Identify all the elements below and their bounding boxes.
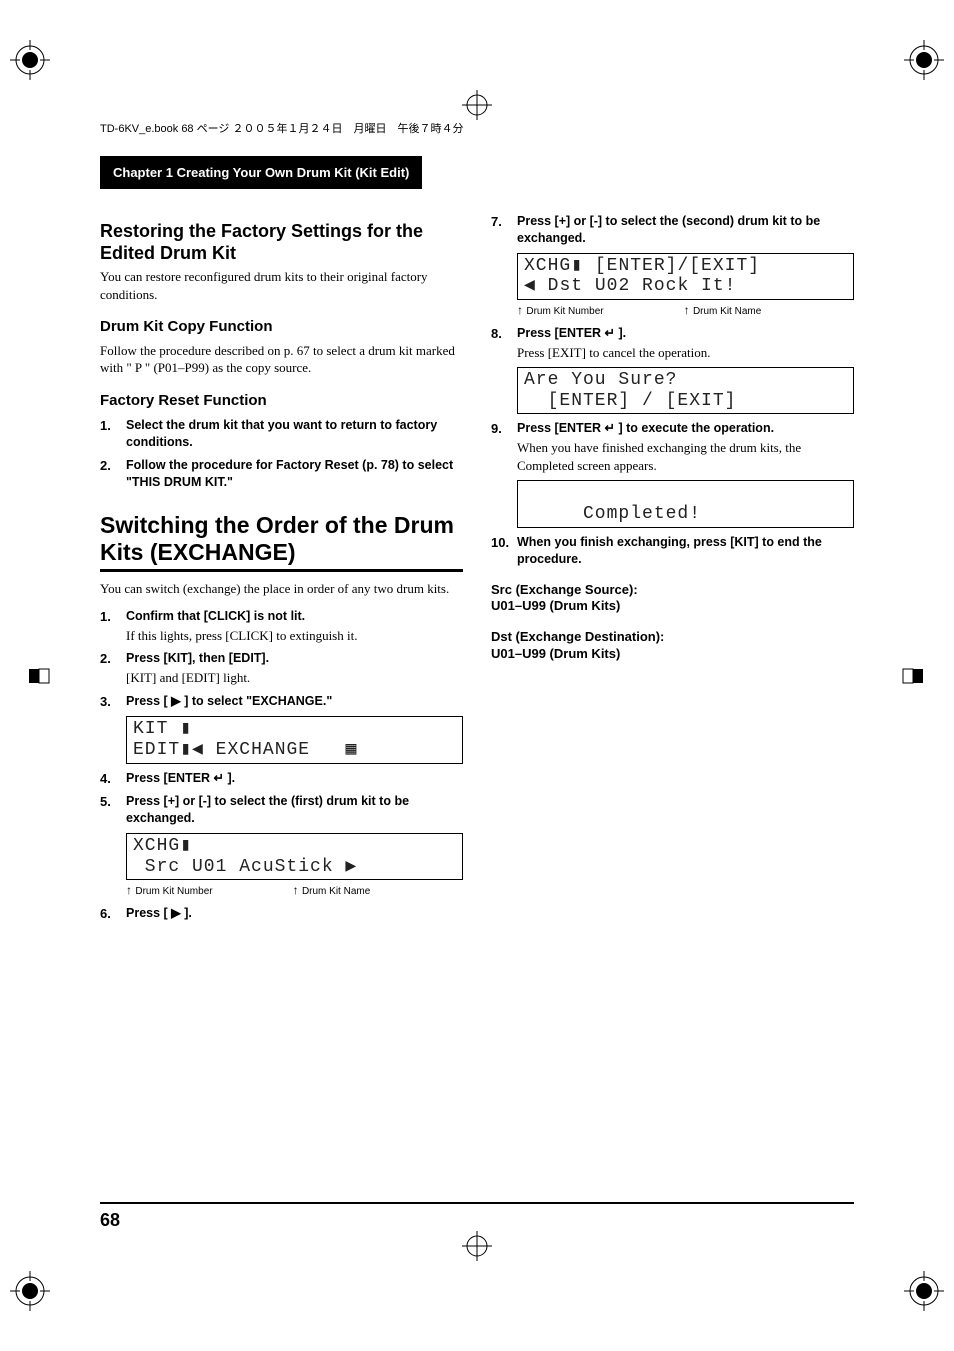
print-mark-icon: [904, 40, 944, 80]
step-subtext: Press [EXIT] to cancel the operation.: [517, 344, 710, 362]
param-dst-range: U01–U99 (Drum Kits): [491, 646, 854, 663]
step-text: Press [ENTER ↵ ] to execute the operatio…: [517, 420, 854, 437]
heading-exchange: Switching the Order of the Drum Kits (EX…: [100, 512, 463, 572]
step-number: 6.: [100, 905, 126, 923]
step-text: Confirm that [CLICK] is not lit.: [126, 608, 357, 625]
lcd-line: [ENTER] / [EXIT]: [524, 391, 736, 411]
heading-factory: Factory Reset Function: [100, 391, 463, 411]
exchange-step-2: 2. Press [KIT], then [EDIT]. [KIT] and […: [100, 650, 463, 686]
step-number: 1.: [100, 608, 126, 644]
lcd-line: ◀ Dst U02 Rock It!: [524, 276, 736, 296]
heading-restore: Restoring the Factory Settings for the E…: [100, 221, 463, 264]
step-number: 2.: [100, 457, 126, 491]
lcd-line: KIT ▮: [133, 719, 192, 739]
annotation-kit-name: Drum Kit Name: [293, 882, 371, 899]
print-mark-icon: [10, 40, 50, 80]
step-number: 10.: [491, 534, 517, 568]
step-text: Press [ ▶ ] to select "EXCHANGE.": [126, 693, 332, 710]
registration-mark-icon: [25, 661, 55, 691]
exchange-step-1: 1. Confirm that [CLICK] is not lit. If t…: [100, 608, 463, 644]
page-number: 68: [100, 1202, 854, 1231]
heading-copy: Drum Kit Copy Function: [100, 317, 463, 337]
step-subtext: If this lights, press [CLICK] to extingu…: [126, 627, 357, 645]
left-column: Restoring the Factory Settings for the E…: [100, 207, 463, 928]
exchange-step-9: 9. Press [ENTER ↵ ] to execute the opera…: [491, 420, 854, 474]
step-text: Press [ENTER ↵ ].: [126, 770, 235, 787]
lcd-line: Src U01 AcuStick ▶: [133, 857, 357, 877]
exchange-step-3: 3. Press [ ▶ ] to select "EXCHANGE.": [100, 693, 463, 711]
step-number: 9.: [491, 420, 517, 474]
step-2: 2. Follow the procedure for Factory Rese…: [100, 457, 463, 491]
step-number: 7.: [491, 213, 517, 247]
step-text: Press [+] or [-] to select the (second) …: [517, 213, 854, 247]
lcd-line: [524, 483, 536, 503]
step-subtext: When you have finished exchanging the dr…: [517, 439, 854, 474]
exchange-step-5: 5. Press [+] or [-] to select the (first…: [100, 793, 463, 827]
step-number: 1.: [100, 417, 126, 451]
exchange-step-6: 6. Press [ ▶ ].: [100, 905, 463, 923]
step-text: Select the drum kit that you want to ret…: [126, 417, 463, 451]
step-number: 5.: [100, 793, 126, 827]
print-mark-icon: [10, 1271, 50, 1311]
step-subtext: [KIT] and [EDIT] light.: [126, 669, 269, 687]
exchange-step-10: 10. When you finish exchanging, press [K…: [491, 534, 854, 568]
step-text: Press [ENTER ↵ ].: [517, 325, 710, 342]
step-text: Press [+] or [-] to select the (first) d…: [126, 793, 463, 827]
step-text: Follow the procedure for Factory Reset (…: [126, 457, 463, 491]
lcd-display-completed: Completed!: [517, 480, 854, 527]
book-header: TD-6KV_e.book 68 ページ ２００５年１月２４日 月曜日 午後７時…: [100, 120, 854, 136]
lcd-display-dst: XCHG▮ [ENTER]/[EXIT] ◀ Dst U02 Rock It!: [517, 253, 854, 300]
lcd-display-kit-edit: KIT ▮ EDIT▮◀ EXCHANGE ▦: [126, 716, 463, 763]
right-column: 7. Press [+] or [-] to select the (secon…: [491, 207, 854, 928]
step-text: Press [KIT], then [EDIT].: [126, 650, 269, 667]
param-src-label: Src (Exchange Source):: [491, 582, 854, 599]
step-number: 2.: [100, 650, 126, 686]
lcd-line: XCHG▮ [ENTER]/[EXIT]: [524, 256, 760, 276]
step-number: 4.: [100, 770, 126, 788]
text-restore: You can restore reconfigured drum kits t…: [100, 268, 463, 303]
registration-mark-icon: [462, 1231, 492, 1261]
step-text: When you finish exchanging, press [KIT] …: [517, 534, 854, 568]
lcd-display-src: XCHG▮ Src U01 AcuStick ▶: [126, 833, 463, 880]
param-src: Src (Exchange Source): U01–U99 (Drum Kit…: [491, 582, 854, 616]
annotation-kit-name: Drum Kit Name: [684, 302, 762, 319]
lcd-line: EDIT▮◀ EXCHANGE ▦: [133, 740, 357, 760]
exchange-step-7: 7. Press [+] or [-] to select the (secon…: [491, 213, 854, 247]
param-dst-label: Dst (Exchange Destination):: [491, 629, 854, 646]
step-1: 1. Select the drum kit that you want to …: [100, 417, 463, 451]
exchange-step-4: 4. Press [ENTER ↵ ].: [100, 770, 463, 788]
registration-mark-icon: [462, 90, 492, 120]
registration-mark-icon: [899, 661, 929, 691]
param-src-range: U01–U99 (Drum Kits): [491, 598, 854, 615]
lcd-line: Completed!: [524, 504, 701, 524]
text-copy: Follow the procedure described on p. 67 …: [100, 342, 463, 377]
chapter-heading: Chapter 1 Creating Your Own Drum Kit (Ki…: [100, 156, 422, 189]
step-number: 3.: [100, 693, 126, 711]
print-mark-icon: [904, 1271, 944, 1311]
text-exchange: You can switch (exchange) the place in o…: [100, 580, 463, 598]
step-number: 8.: [491, 325, 517, 361]
exchange-step-8: 8. Press [ENTER ↵ ]. Press [EXIT] to can…: [491, 325, 854, 361]
lcd-annotations: Drum Kit Number Drum Kit Name: [517, 302, 854, 319]
lcd-annotations: Drum Kit Number Drum Kit Name: [126, 882, 463, 899]
annotation-kit-number: Drum Kit Number: [517, 302, 604, 319]
annotation-kit-number: Drum Kit Number: [126, 882, 213, 899]
lcd-line: Are You Sure?: [524, 370, 677, 390]
param-dst: Dst (Exchange Destination): U01–U99 (Dru…: [491, 629, 854, 663]
step-text: Press [ ▶ ].: [126, 905, 192, 922]
lcd-display-confirm: Are You Sure? [ENTER] / [EXIT]: [517, 367, 854, 414]
chapter-heading-label: Chapter 1 Creating Your Own Drum Kit (Ki…: [101, 157, 421, 188]
lcd-line: XCHG▮: [133, 836, 192, 856]
